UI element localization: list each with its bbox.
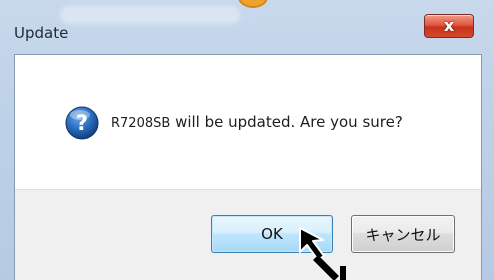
screen: Update x ? R7208SB will be updated. Are … <box>0 0 494 280</box>
pointer-arrow-icon <box>299 227 346 280</box>
title-bar[interactable] <box>0 14 494 50</box>
close-button[interactable]: x <box>424 14 474 38</box>
dialog-body: ? R7208SB will be updated. Are you sure?… <box>14 54 482 280</box>
device-model: R7208SB <box>111 116 171 131</box>
message-area: ? R7208SB will be updated. Are you sure? <box>15 55 481 189</box>
confirmation-message: R7208SB will be updated. Are you sure? <box>111 112 403 131</box>
button-bar: OK キャンセル <box>15 189 481 280</box>
close-icon: x <box>443 16 455 35</box>
dialog-title: Update <box>14 24 69 42</box>
cancel-button[interactable]: キャンセル <box>351 215 455 253</box>
message-text: will be updated. Are you sure? <box>170 113 403 131</box>
question-icon: ? <box>65 106 99 140</box>
svg-text:?: ? <box>76 111 88 135</box>
